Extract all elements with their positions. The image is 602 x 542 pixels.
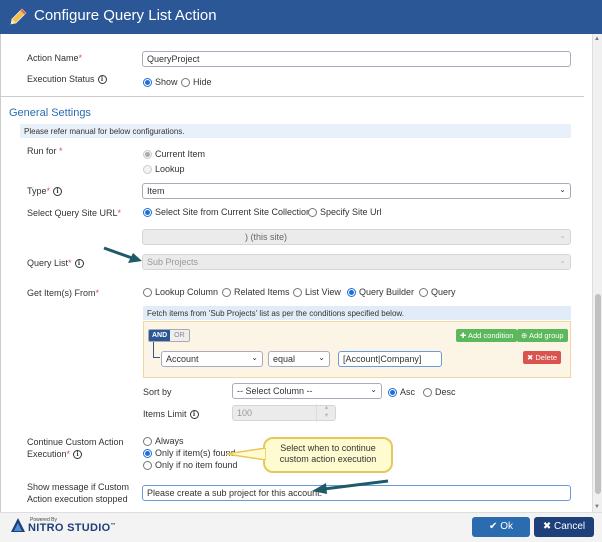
dialog-title: Configure Query List Action <box>34 7 217 24</box>
and-toggle-button[interactable]: AND <box>149 330 171 341</box>
nitro-studio-brand: NITRO STUDIO™ <box>28 522 116 534</box>
sort-desc-radio[interactable] <box>423 388 432 397</box>
query-list-label: Query List* i <box>27 258 84 269</box>
get-items-query-label: Query <box>431 287 456 297</box>
chevron-down-icon: ⌄ <box>251 353 258 362</box>
continue-if-found-label: Only if item(s) found <box>155 448 236 458</box>
sort-asc-label: Asc <box>400 387 416 397</box>
action-name-label: Action Name* <box>27 53 83 63</box>
stop-message-label-line1: Show message if Custom <box>27 482 130 492</box>
get-items-lookup-column-label: Lookup Column <box>155 287 219 297</box>
get-items-lookup-column-radio[interactable] <box>143 288 152 297</box>
execution-status-hide-radio[interactable] <box>181 78 190 87</box>
help-callout: Select when to continue custom action ex… <box>263 437 393 473</box>
execution-status-show-label: Show <box>155 77 178 87</box>
scroll-thumb[interactable] <box>595 294 601 494</box>
site-specify-url-label: Specify Site Url <box>320 207 382 217</box>
site-select[interactable]: ) (this site) ⌄ <box>142 229 571 245</box>
general-settings-note: Please refer manual for below configurat… <box>20 124 571 138</box>
scroll-up-icon[interactable]: ▲ <box>594 36 600 42</box>
get-items-list-view-label: List View <box>305 287 341 297</box>
nitro-logo-icon <box>11 518 25 532</box>
sort-desc-label: Desc <box>435 387 456 397</box>
execution-status-hide-label: Hide <box>193 77 212 87</box>
close-icon: ✖ <box>527 353 534 362</box>
site-current-collection-label: Select Site from Current Site Collection <box>155 207 312 217</box>
continue-execution-label-line2: Execution* i <box>27 449 83 460</box>
continue-always-radio[interactable] <box>143 437 152 446</box>
type-label: Type* i <box>27 186 63 197</box>
plus-icon: ✚ <box>460 331 467 340</box>
get-items-list-view-radio[interactable] <box>293 288 302 297</box>
get-items-related-items-label: Related Items <box>234 287 290 297</box>
get-items-related-items-radio[interactable] <box>222 288 231 297</box>
info-icon: i <box>97 75 107 85</box>
and-or-toggle[interactable]: AND OR <box>148 329 190 342</box>
get-items-query-builder-radio[interactable] <box>347 288 356 297</box>
sort-asc-radio[interactable] <box>388 388 397 397</box>
dialog-title-bar: Configure Query List Action <box>0 0 602 34</box>
chevron-down-icon: ⌄ <box>559 256 566 265</box>
site-current-collection-radio[interactable] <box>143 208 152 217</box>
get-items-from-label: Get Item(s) From* <box>27 288 100 298</box>
add-condition-button[interactable]: ✚ Add condition <box>456 329 518 342</box>
run-for-label: Run for * <box>27 146 63 156</box>
check-icon: ✔ <box>489 521 498 532</box>
chevron-down-icon: ⌄ <box>370 385 377 394</box>
chevron-down-icon: ⌄ <box>559 231 566 240</box>
continue-if-found-radio[interactable] <box>143 449 152 458</box>
delete-condition-button[interactable]: ✖ Delete <box>523 351 562 364</box>
query-builder-header: Fetch items from 'Sub Projects' list as … <box>143 306 571 320</box>
action-name-input[interactable]: QueryProject <box>142 51 571 67</box>
execution-status-label: Execution Status i <box>27 74 107 85</box>
general-settings-title: General Settings <box>9 107 91 119</box>
pointer-arrow-icon <box>103 246 142 263</box>
continue-if-none-radio[interactable] <box>143 461 152 470</box>
ok-button[interactable]: ✔ Ok <box>472 517 530 537</box>
section-divider <box>0 96 584 97</box>
left-border <box>0 34 1 512</box>
sort-by-label: Sort by <box>143 387 172 397</box>
info-icon: i <box>53 187 63 197</box>
condition-field-select[interactable]: Account ⌄ <box>161 351 263 367</box>
type-select[interactable]: Item ⌄ <box>142 183 571 199</box>
close-icon: ✖ <box>542 521 552 532</box>
items-limit-label: Items Limit i <box>143 409 199 420</box>
run-for-current-item-radio[interactable] <box>143 150 152 159</box>
pencil-icon <box>10 8 27 25</box>
condition-value-input[interactable]: [Account|Company] <box>338 351 442 367</box>
info-icon: i <box>73 450 83 460</box>
or-toggle-button[interactable]: OR <box>170 330 189 341</box>
tree-connector <box>153 342 160 358</box>
items-limit-stepper[interactable]: ▲ ▼ <box>316 404 336 422</box>
pointer-arrow-icon <box>312 479 389 494</box>
callout-pointer <box>226 448 266 460</box>
chevron-down-icon: ⌄ <box>318 353 325 362</box>
get-items-query-builder-label: Query Builder <box>359 287 415 297</box>
site-specify-url-radio[interactable] <box>308 208 317 217</box>
stepper-down-icon[interactable]: ▼ <box>317 412 336 420</box>
condition-operator-select[interactable]: equal ⌄ <box>268 351 330 367</box>
run-for-current-item-label: Current Item <box>155 149 206 159</box>
info-icon: i <box>189 410 199 420</box>
plus-circle-icon: ⊕ <box>521 331 528 340</box>
continue-execution-label-line1: Continue Custom Action <box>27 437 124 447</box>
info-icon: i <box>74 259 84 269</box>
continue-always-label: Always <box>155 436 184 446</box>
cancel-button[interactable]: ✖ Cancel <box>534 517 594 537</box>
add-group-button[interactable]: ⊕ Add group <box>517 329 568 342</box>
get-items-query-radio[interactable] <box>419 288 428 297</box>
chevron-down-icon: ⌄ <box>559 185 566 194</box>
stepper-up-icon[interactable]: ▲ <box>317 404 336 412</box>
scrollbar[interactable]: ▲ ▼ <box>592 34 602 512</box>
query-site-url-label: Select Query Site URL* <box>27 208 122 218</box>
scroll-down-icon[interactable]: ▼ <box>594 504 600 510</box>
query-list-select[interactable]: Sub Projects ⌄ <box>142 254 571 270</box>
run-for-lookup-label: Lookup <box>155 164 185 174</box>
continue-if-none-label: Only if no item found <box>155 460 238 470</box>
stop-message-label-line2: Action execution stopped <box>27 494 128 504</box>
sort-column-select[interactable]: -- Select Column -- ⌄ <box>232 383 382 399</box>
execution-status-show-radio[interactable] <box>143 78 152 87</box>
run-for-lookup-radio[interactable] <box>143 165 152 174</box>
